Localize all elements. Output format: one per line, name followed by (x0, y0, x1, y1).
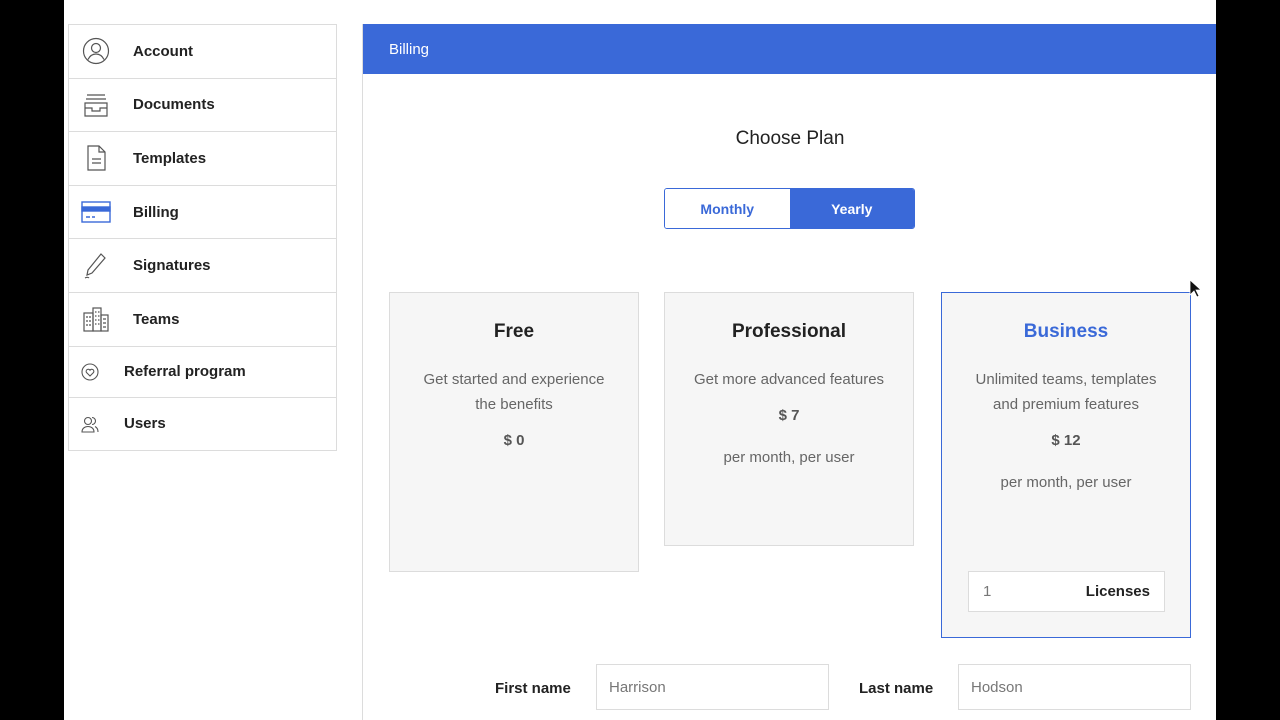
sidebar-item-signatures[interactable]: Signatures (69, 239, 336, 293)
billing-period-toggle: Monthly Yearly (664, 188, 915, 229)
plan-name: Free (493, 321, 535, 342)
last-name-label: Last name (859, 680, 934, 697)
mouse-cursor-icon (1189, 279, 1201, 298)
plan-description: Get started and experience the benefits (423, 371, 605, 413)
user-circle-icon (80, 35, 112, 67)
document-icon (80, 142, 112, 174)
sidebar-item-label: Billing (133, 203, 179, 221)
panel-header-title: Billing (389, 40, 430, 58)
sidebar-item-label: Teams (133, 310, 180, 328)
sidebar-item-referral-program[interactable]: Referral program (69, 347, 336, 399)
sidebar-item-billing[interactable]: Billing (69, 186, 336, 240)
licenses-input[interactable]: 1 Licenses (968, 571, 1165, 612)
plan-price: $ 12 (1051, 432, 1081, 449)
sidebar-item-label: Templates (133, 149, 207, 167)
plan-price: $ 0 (503, 432, 525, 449)
monthly-toggle-button[interactable]: Monthly (665, 189, 790, 228)
app-window: Account Documents Templates Billing Sign… (64, 0, 1216, 720)
plan-billing-unit: per month, per user (1000, 474, 1132, 491)
sidebar-item-label: Referral program (124, 363, 246, 381)
first-name-label: First name (495, 680, 571, 697)
first-name-field[interactable] (596, 664, 829, 710)
plan-price: $ 7 (778, 407, 800, 424)
plan-description: Unlimited teams, templates and premium f… (975, 371, 1157, 413)
licenses-label: Licenses (1085, 583, 1150, 600)
panel-header: Billing (363, 24, 1216, 74)
pen-icon (80, 250, 112, 282)
sidebar-item-label: Users (124, 415, 166, 433)
plan-description: Get more advanced features (693, 371, 885, 388)
heart-badge-icon (80, 362, 100, 382)
plan-card-business[interactable]: Business Unlimited teams, templates and … (941, 292, 1191, 638)
plan-billing-unit: per month, per user (723, 449, 855, 466)
yearly-toggle-button[interactable]: Yearly (789, 189, 914, 228)
sidebar-item-teams[interactable]: Teams (69, 293, 336, 347)
credit-card-icon (80, 196, 112, 228)
sidebar-item-users[interactable]: Users (69, 398, 336, 450)
plan-name: Business (1023, 321, 1109, 342)
sidebar-item-label: Documents (133, 96, 215, 114)
plan-card-professional[interactable]: Professional Get more advanced features … (664, 292, 914, 546)
buildings-icon (80, 303, 112, 335)
sidebar-item-templates[interactable]: Templates (69, 132, 336, 186)
inbox-tray-icon (80, 89, 112, 121)
plan-card-free[interactable]: Free Get started and experience the bene… (389, 292, 639, 572)
sidebar-item-documents[interactable]: Documents (69, 79, 336, 133)
settings-sidebar: Account Documents Templates Billing Sign… (68, 24, 337, 451)
licenses-quantity: 1 (983, 583, 992, 600)
plan-name: Professional (731, 321, 847, 342)
last-name-field[interactable] (958, 664, 1191, 710)
sidebar-item-account[interactable]: Account (69, 25, 336, 79)
users-icon (80, 414, 100, 434)
sidebar-item-label: Signatures (133, 257, 211, 275)
page-title: Choose Plan (735, 128, 845, 149)
billing-panel: Billing Choose Plan Monthly Yearly Free … (362, 24, 1216, 720)
sidebar-item-label: Account (133, 42, 193, 60)
